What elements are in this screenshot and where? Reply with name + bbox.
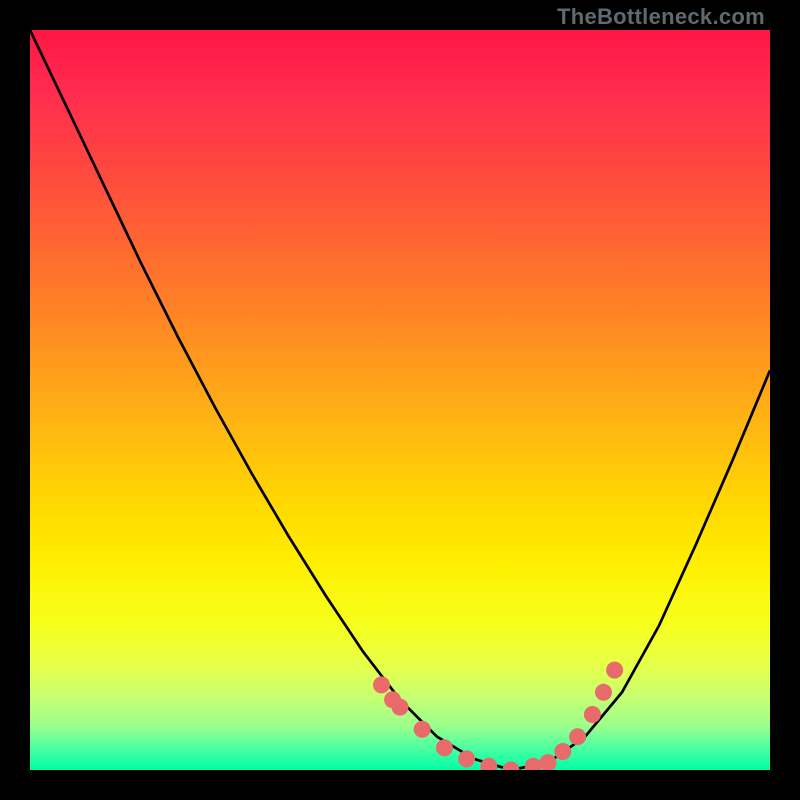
highlight-dot (392, 699, 409, 716)
curve-line (30, 30, 770, 770)
highlight-dot (414, 721, 431, 738)
highlight-dot (480, 758, 497, 770)
highlight-dot (584, 706, 601, 723)
chart-overlay (30, 30, 770, 770)
highlight-dot (554, 743, 571, 760)
highlight-dot (436, 739, 453, 756)
highlight-dot (569, 728, 586, 745)
highlight-dot (458, 750, 475, 767)
highlight-dots (373, 662, 623, 770)
highlight-dot (595, 684, 612, 701)
highlight-dot (540, 754, 557, 770)
highlight-dot (525, 758, 542, 770)
highlight-dot (373, 676, 390, 693)
highlight-dot (503, 762, 520, 771)
highlight-dot (606, 662, 623, 679)
attribution-label: TheBottleneck.com (557, 4, 765, 30)
